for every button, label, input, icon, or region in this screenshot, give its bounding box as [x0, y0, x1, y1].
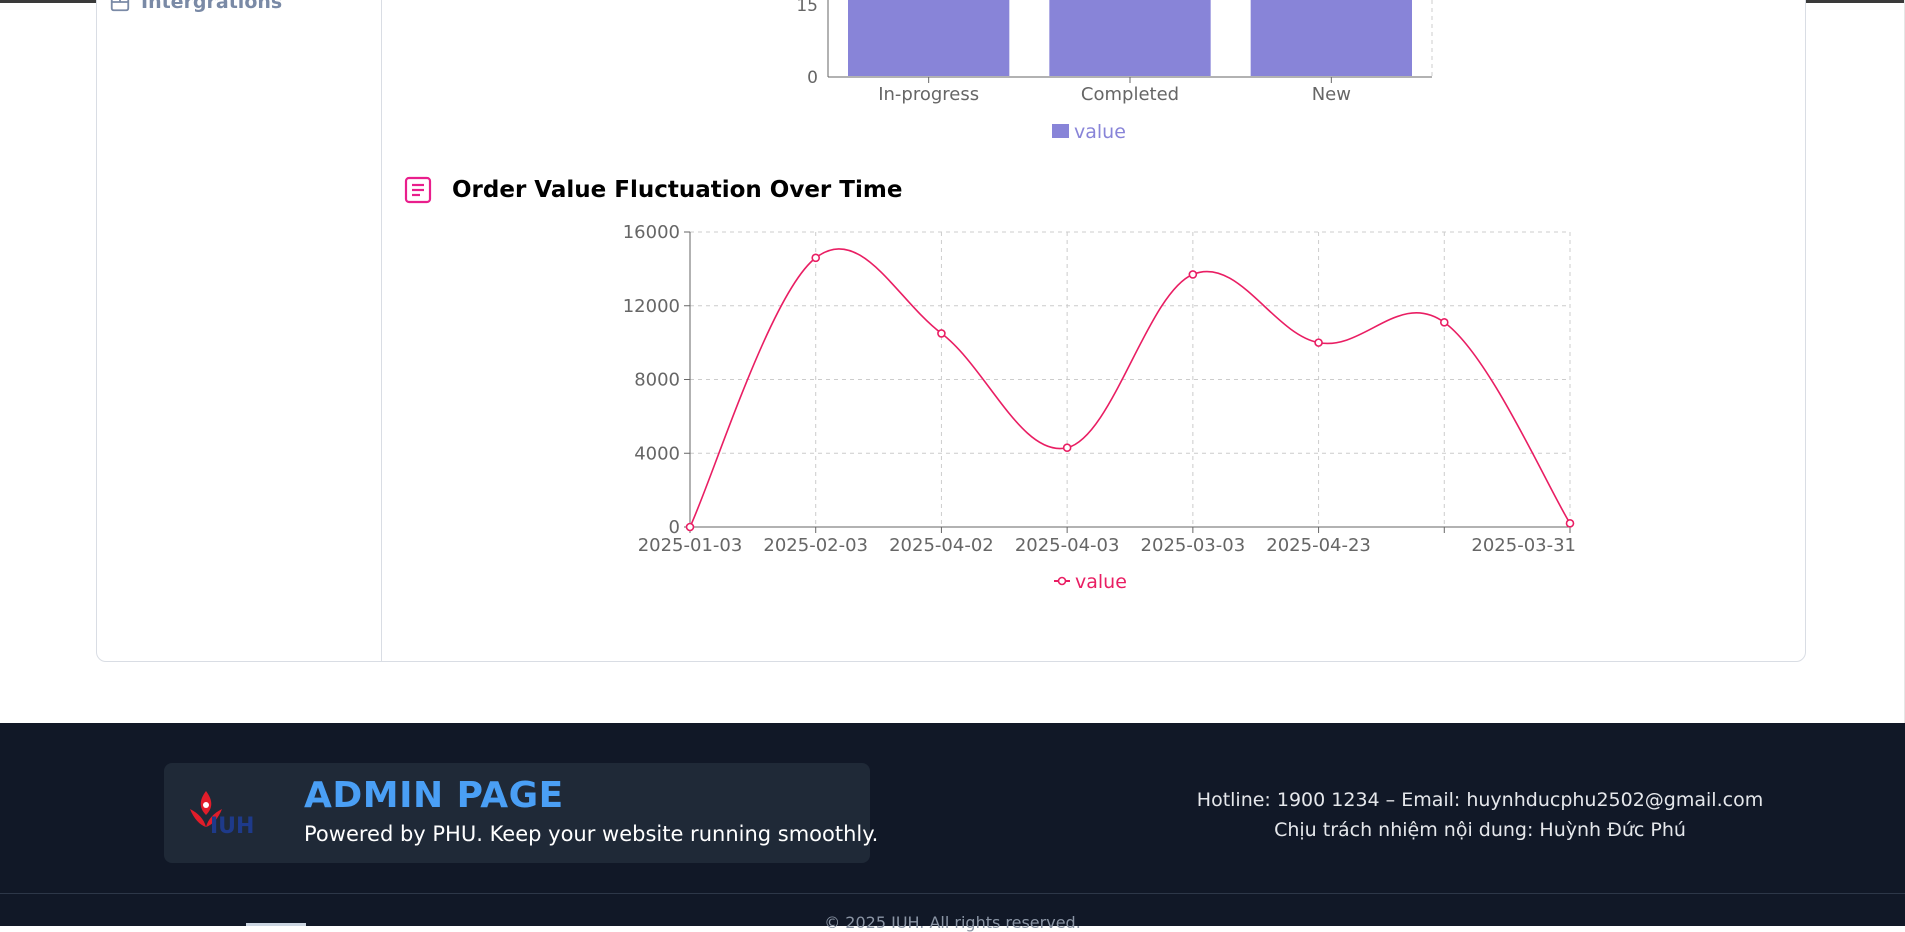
y-tick-label: 8000 — [634, 370, 680, 391]
footer-contact: Hotline: 1900 1234 – Email: huynhducphu2… — [1170, 785, 1790, 845]
y-tick-label: 16000 — [623, 222, 680, 243]
data-point — [1188, 270, 1198, 279]
data-point — [937, 329, 946, 338]
order-value-line-chart: 04000800012000160002025-01-03 2025-02-03 2… — [623, 222, 1576, 593]
y-tick-label: 4000 — [634, 443, 680, 464]
x-tick-label: 2025-04-02 — [889, 535, 994, 556]
logo-text: IUH — [210, 814, 254, 839]
data-point — [1062, 443, 1072, 453]
data-point — [1314, 338, 1323, 347]
x-tick-label: 2025-03-03 — [1141, 535, 1246, 556]
legend-label: value — [1075, 571, 1127, 593]
footer-brand-subtitle: Powered by PHU. Keep your website runnin… — [304, 822, 879, 846]
x-tick-label: 2025-04-23 — [1266, 535, 1371, 556]
footer-divider — [0, 893, 1905, 894]
x-tick-label: 2025-02-03 — [763, 535, 868, 556]
iuh-logo: IUH — [190, 791, 254, 839]
footer-brand-title: ADMIN PAGE — [304, 775, 564, 816]
footer: IUH ADMIN PAGE Powered by PHU. Keep your… — [0, 723, 1905, 932]
data-point — [1565, 519, 1575, 528]
footer-brand: IUH ADMIN PAGE Powered by PHU. Keep your… — [164, 763, 878, 863]
footer-contact-line: Hotline: 1900 1234 – Email: huynhducphu2… — [1196, 789, 1764, 811]
x-tick-label: 2025-01-03 — [638, 535, 743, 556]
series-line — [689, 248, 1571, 528]
legend-swatch-dot — [1057, 576, 1067, 586]
footer-responsibility-line: Chịu trách nhiệm nội dung: Huỳnh Đức Phú — [1274, 819, 1686, 841]
x-tick-label: 2025-03-31 — [1471, 535, 1576, 556]
y-tick-label: 12000 — [623, 296, 680, 317]
x-tick-label: 2025-04-03 — [1015, 535, 1120, 556]
data-point — [685, 522, 695, 532]
data-point — [811, 253, 821, 263]
data-point — [1439, 318, 1449, 327]
